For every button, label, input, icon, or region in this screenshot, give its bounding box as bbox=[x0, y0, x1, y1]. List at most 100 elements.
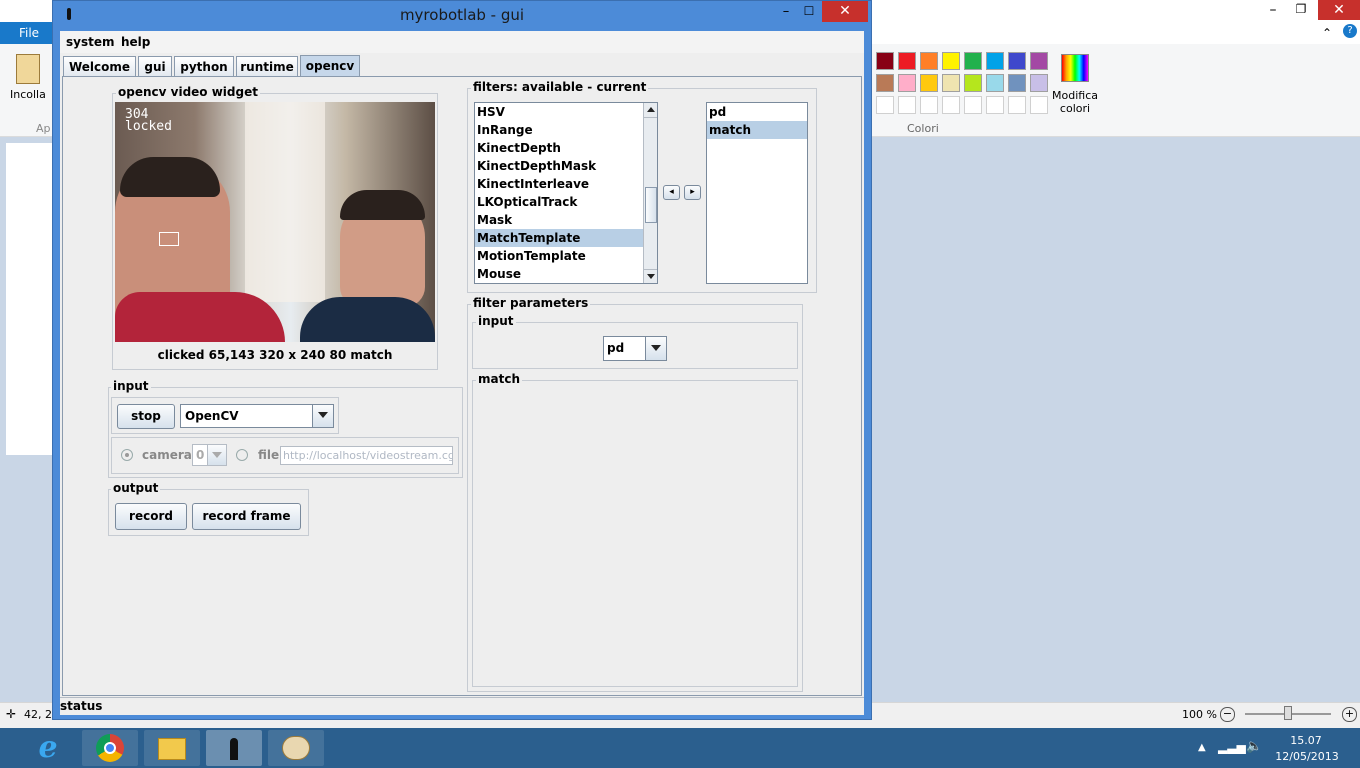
move-right-button[interactable]: ▸ bbox=[684, 185, 701, 200]
menu-help[interactable]: help bbox=[121, 35, 150, 49]
network-icon[interactable]: ▂▃▅ bbox=[1218, 740, 1246, 754]
grabber-select[interactable]: OpenCV bbox=[180, 404, 334, 428]
tab-welcome[interactable]: Welcome bbox=[63, 56, 136, 76]
camera-label: camera bbox=[142, 448, 192, 462]
current-filter-item[interactable]: pd bbox=[707, 103, 807, 121]
color-swatch[interactable] bbox=[942, 52, 960, 70]
color-swatch[interactable] bbox=[876, 52, 894, 70]
color-swatch[interactable] bbox=[898, 74, 916, 92]
zoom-in-button[interactable]: + bbox=[1342, 707, 1357, 722]
ie-taskbar-icon[interactable]: e bbox=[28, 732, 68, 764]
color-swatch-empty[interactable] bbox=[964, 96, 982, 114]
paste-icon[interactable] bbox=[16, 54, 40, 84]
paint-restore-button[interactable]: ❐ bbox=[1290, 2, 1312, 20]
color-swatch[interactable] bbox=[876, 74, 894, 92]
color-swatch[interactable] bbox=[1030, 74, 1048, 92]
available-filter-item[interactable]: KinectDepthMask bbox=[475, 157, 643, 175]
paste-label[interactable]: Incolla bbox=[10, 88, 46, 101]
zoom-slider-thumb[interactable] bbox=[1284, 706, 1292, 720]
camera-radio[interactable] bbox=[121, 449, 133, 461]
filter-parameters-label: filter parameters bbox=[471, 296, 591, 310]
scroll-up-icon[interactable] bbox=[644, 103, 657, 118]
tab-python[interactable]: python bbox=[174, 56, 234, 76]
current-filters-list[interactable]: pd match bbox=[706, 102, 808, 284]
window-minimize-button[interactable]: – bbox=[776, 4, 796, 22]
color-swatch-empty[interactable] bbox=[1030, 96, 1048, 114]
color-swatch[interactable] bbox=[920, 52, 938, 70]
color-swatch[interactable] bbox=[920, 74, 938, 92]
available-filter-item[interactable]: Mouse bbox=[475, 265, 643, 283]
status-text: status bbox=[60, 699, 103, 713]
color-swatch[interactable] bbox=[964, 74, 982, 92]
help-icon[interactable]: ? bbox=[1343, 24, 1357, 38]
color-swatch[interactable] bbox=[1008, 52, 1026, 70]
record-button[interactable]: record bbox=[115, 503, 187, 530]
color-swatch-empty[interactable] bbox=[1008, 96, 1026, 114]
color-swatch-empty[interactable] bbox=[986, 96, 1004, 114]
video-frame[interactable]: 304 locked bbox=[115, 102, 435, 342]
scroll-thumb[interactable] bbox=[645, 187, 657, 223]
clock-time[interactable]: 15.07 bbox=[1278, 734, 1334, 747]
zoom-out-button[interactable]: − bbox=[1220, 707, 1235, 722]
paint-minimize-button[interactable]: – bbox=[1262, 2, 1284, 20]
output-group-label: output bbox=[111, 481, 161, 495]
available-filter-item[interactable]: KinectDepth bbox=[475, 139, 643, 157]
color-swatch[interactable] bbox=[986, 74, 1004, 92]
stop-button[interactable]: stop bbox=[117, 404, 175, 429]
record-frame-button[interactable]: record frame bbox=[192, 503, 301, 530]
color-swatch[interactable] bbox=[1030, 52, 1048, 70]
available-filter-item[interactable]: MotionTemplate bbox=[475, 247, 643, 265]
paint-file-tab[interactable]: File bbox=[0, 22, 58, 44]
available-filter-item[interactable]: LKOpticalTrack bbox=[475, 193, 643, 211]
video-caption: clicked 65,143 320 x 240 80 match bbox=[157, 348, 393, 362]
color-swatch-empty[interactable] bbox=[920, 96, 938, 114]
available-filter-item[interactable]: MatchTemplate bbox=[475, 229, 643, 247]
tab-opencv[interactable]: opencv bbox=[300, 55, 360, 77]
paint-taskbar-icon[interactable] bbox=[268, 730, 324, 766]
param-input-select[interactable]: pd bbox=[603, 336, 667, 361]
tab-gui[interactable]: gui bbox=[138, 56, 172, 76]
window-title: myrobotlab - gui bbox=[399, 6, 525, 24]
chevron-down-icon[interactable] bbox=[207, 445, 226, 465]
available-filter-item[interactable]: Mask bbox=[475, 211, 643, 229]
available-filter-item[interactable]: KinectInterleave bbox=[475, 175, 643, 193]
color-swatch[interactable] bbox=[1008, 74, 1026, 92]
chevron-down-icon[interactable] bbox=[645, 337, 666, 360]
file-url-field[interactable]: http://localhost/videostream.cgi bbox=[280, 446, 453, 465]
file-label: file bbox=[258, 448, 280, 462]
color-swatch[interactable] bbox=[898, 52, 916, 70]
window-close-button[interactable]: ✕ bbox=[822, 1, 868, 22]
person-left-hair bbox=[120, 157, 220, 197]
move-left-button[interactable]: ◂ bbox=[663, 185, 680, 200]
ribbon-collapse-icon[interactable]: ⌃ bbox=[1322, 26, 1332, 40]
clock-date[interactable]: 12/05/2013 bbox=[1272, 750, 1342, 763]
chrome-taskbar-icon[interactable] bbox=[82, 730, 138, 766]
tab-runtime[interactable]: runtime bbox=[236, 56, 298, 76]
file-radio[interactable] bbox=[236, 449, 248, 461]
color-swatch[interactable] bbox=[986, 52, 1004, 70]
myrobotlab-taskbar-icon[interactable] bbox=[206, 730, 262, 766]
volume-icon[interactable]: 🔈 bbox=[1246, 739, 1262, 754]
available-filter-item[interactable]: InRange bbox=[475, 121, 643, 139]
color-swatch-empty[interactable] bbox=[942, 96, 960, 114]
camera-index-select[interactable]: 0 bbox=[192, 444, 227, 466]
window-maximize-button[interactable]: ☐ bbox=[800, 4, 818, 20]
scroll-down-icon[interactable] bbox=[644, 269, 657, 283]
input-group-label: input bbox=[111, 379, 151, 393]
edit-colors-label[interactable]: Modifica colori bbox=[1050, 89, 1100, 115]
menu-system[interactable]: system bbox=[66, 35, 115, 49]
color-swatch-empty[interactable] bbox=[898, 96, 916, 114]
color-swatch[interactable] bbox=[964, 52, 982, 70]
available-filters-list[interactable]: HSV InRange KinectDepth KinectDepthMask Kine… bbox=[474, 102, 658, 284]
color-swatch-empty[interactable] bbox=[876, 96, 894, 114]
chevron-down-icon[interactable] bbox=[312, 405, 333, 427]
explorer-taskbar-icon[interactable] bbox=[144, 730, 200, 766]
current-filter-item[interactable]: match bbox=[707, 121, 807, 139]
available-filters-scrollbar[interactable] bbox=[643, 103, 657, 283]
paint-canvas[interactable] bbox=[6, 143, 54, 455]
paint-close-button[interactable]: ✕ bbox=[1318, 0, 1360, 20]
tray-arrow-icon[interactable]: ▲ bbox=[1198, 742, 1206, 753]
color-swatch[interactable] bbox=[942, 74, 960, 92]
available-filter-item[interactable]: HSV bbox=[475, 103, 643, 121]
edit-colors-icon[interactable] bbox=[1061, 54, 1089, 82]
